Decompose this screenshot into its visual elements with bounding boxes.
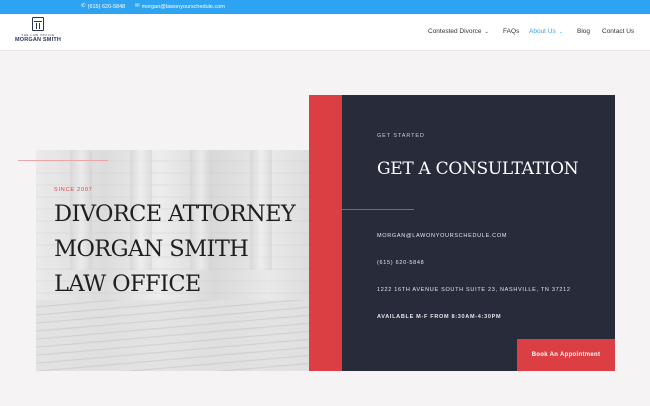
nav-blog[interactable]: Blog <box>577 28 590 35</box>
site-logo[interactable]: THE LAW OFFICE MORGAN SMITH <box>14 17 62 47</box>
book-appointment-button[interactable]: Book An Appointment <box>517 339 615 371</box>
nav-label: Blog <box>577 28 591 35</box>
chevron-down-icon: ⌄ <box>484 29 489 35</box>
logo-pillar-icon <box>32 17 44 31</box>
office-hours: AVAILABLE M-F FROM 8:30AM-4:30PM <box>377 314 502 320</box>
contact-phone[interactable]: (615) 620-5848 <box>377 260 424 266</box>
nav-about-us[interactable]: About Us ⌄ <box>529 28 563 35</box>
nav-contested-divorce[interactable]: Contested Divorce ⌄ <box>428 28 489 35</box>
logo-name: MORGAN SMITH <box>14 37 62 43</box>
top-bar: ✆ (615) 620-5848 ✉ morgan@lawonyoursched… <box>0 0 650 14</box>
envelope-icon: ✉ <box>135 3 140 10</box>
topbar-phone-text[interactable]: (615) 620-5848 <box>88 4 126 10</box>
topbar-email-text[interactable]: morgan@lawonyourschedule.com <box>142 4 225 10</box>
hero-title-line-1: DIVORCE ATTORNEY <box>54 201 296 227</box>
consultation-panel: GET STARTED GET A CONSULTATION MORGAN@LA… <box>342 95 615 371</box>
hero-title-line-3: LAW OFFICE <box>54 271 201 297</box>
nav-label: Contested Divorce <box>428 28 482 35</box>
nav-contact-us[interactable]: Contact Us <box>602 28 634 35</box>
hero-divider <box>18 160 108 161</box>
phone-icon: ✆ <box>81 3 86 10</box>
accent-strip <box>309 95 342 371</box>
topbar-phone[interactable]: ✆ (615) 620-5848 <box>81 4 125 10</box>
hero-title-line-2: MORGAN SMITH <box>54 236 249 262</box>
nav-label: Contact Us <box>602 28 635 35</box>
consultation-title: GET A CONSULTATION <box>377 159 579 179</box>
nav-label: About Us <box>529 28 556 35</box>
nav-label: FAQs <box>503 28 520 35</box>
panel-divider <box>342 209 414 210</box>
contact-address: 1222 16TH AVENUE SOUTH SUITE 23, NASHVIL… <box>377 287 571 293</box>
nav-faqs[interactable]: FAQs <box>503 28 519 35</box>
chevron-down-icon: ⌄ <box>558 29 563 35</box>
topbar-email[interactable]: ✉ morgan@lawonyourschedule.com <box>135 4 225 10</box>
steps-image <box>36 300 310 371</box>
contact-email[interactable]: MORGAN@LAWONYOURSCHEDULE.COM <box>377 233 507 239</box>
site-header: THE LAW OFFICE MORGAN SMITH Contested Di… <box>0 14 650 51</box>
since-label: SINCE 2007 <box>54 187 93 193</box>
get-started-label: GET STARTED <box>377 133 425 139</box>
